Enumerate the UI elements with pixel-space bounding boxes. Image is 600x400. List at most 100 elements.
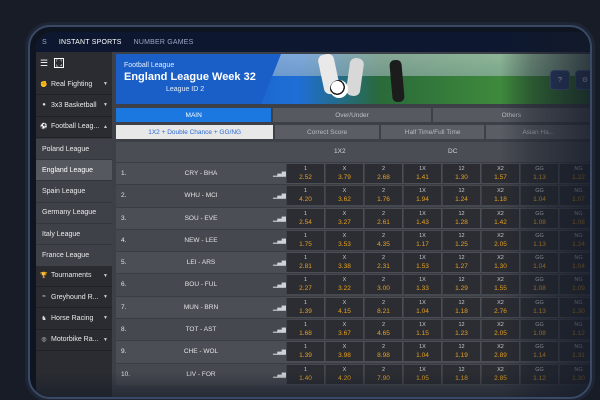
tab-over-under[interactable]: Over/Under — [273, 108, 431, 122]
odds-cell[interactable]: 1 1.75 — [286, 230, 324, 250]
odds-cell[interactable]: GG 1.13 — [520, 164, 558, 183]
odds-cell[interactable]: X2 2.76 — [481, 297, 519, 317]
odds-cell[interactable]: GG 1.08 — [520, 275, 558, 295]
odds-cell[interactable]: NG 1.12 — [559, 320, 590, 340]
odds-cell[interactable]: 12 1.24 — [442, 186, 480, 206]
subtab-1x2-dc-ggng[interactable]: 1X2 + Double Chance + GG/NG — [116, 125, 274, 139]
subtab-ht-ft[interactable]: Half Time/Full Time — [380, 125, 485, 139]
odds-cell[interactable]: 1 1.39 — [286, 297, 324, 317]
odds-cell[interactable]: NG 1.09 — [559, 275, 590, 295]
odds-cell[interactable]: 1X 1.17 — [403, 230, 441, 250]
odds-cell[interactable]: X 4.20 — [325, 364, 363, 384]
odds-cell[interactable]: X2 1.18 — [481, 186, 519, 206]
odds-cell[interactable]: X 3.98 — [325, 342, 363, 362]
tab-instant-sports[interactable]: INSTANT SPORTS — [53, 39, 128, 46]
odds-cell[interactable]: 1X 1.15 — [403, 320, 441, 340]
odds-cell[interactable]: GG 1.08 — [520, 208, 558, 228]
sidebar-item-greyhound-racing[interactable]: ≈ Greyhound R... ▼ — [36, 286, 112, 309]
odds-cell[interactable]: X2 2.89 — [481, 342, 519, 362]
subtab-correct-score[interactable]: Correct Score — [275, 125, 379, 139]
tab-sports[interactable]: S — [36, 39, 53, 46]
odds-cell[interactable]: 1 2.81 — [286, 253, 324, 273]
settings-button[interactable]: ⚙ — [575, 70, 590, 90]
match-name[interactable]: NEW - LEE — [156, 237, 246, 244]
sidebar-item-england-league[interactable]: England League — [36, 159, 112, 181]
match-name[interactable]: WHU - MCI — [156, 192, 246, 199]
tab-number-games[interactable]: NUMBER GAMES — [128, 39, 200, 46]
odds-cell[interactable]: 12 1.18 — [442, 297, 480, 317]
odds-cell[interactable]: 2 2.68 — [364, 164, 402, 183]
odds-cell[interactable]: X 4.15 — [325, 297, 363, 317]
sidebar-item-real-fighting[interactable]: ✊ Real Fighting ▼ — [36, 74, 112, 96]
odds-cell[interactable]: 12 1.29 — [442, 275, 480, 295]
odds-cell[interactable]: 12 1.30 — [442, 164, 480, 183]
odds-cell[interactable]: 1X 1.43 — [403, 208, 441, 228]
sidebar-item-football-league[interactable]: ⚽ Football Leag... ▲ — [36, 116, 112, 138]
odds-cell[interactable]: X2 1.30 — [481, 253, 519, 273]
odds-cell[interactable]: 12 1.19 — [442, 342, 480, 362]
match-name[interactable]: TOT - AST — [156, 326, 246, 333]
odds-cell[interactable]: NG 1.04 — [559, 253, 590, 273]
odds-cell[interactable]: 2 8.21 — [364, 297, 402, 317]
odds-cell[interactable]: 1X 1.04 — [403, 342, 441, 362]
odds-cell[interactable]: 12 1.28 — [442, 208, 480, 228]
sidebar-item-germany-league[interactable]: Germany League — [36, 201, 112, 224]
odds-cell[interactable]: X 3.53 — [325, 230, 363, 250]
odds-cell[interactable]: X 3.67 — [325, 320, 363, 340]
odds-cell[interactable]: X 3.38 — [325, 253, 363, 273]
odds-cell[interactable]: GG 1.13 — [520, 230, 558, 250]
odds-cell[interactable]: GG 1.04 — [520, 186, 558, 206]
match-name[interactable]: CHE - WOL — [156, 348, 246, 355]
odds-cell[interactable]: X 3.27 — [325, 208, 363, 228]
sidebar-item-italy-league[interactable]: Italy League — [36, 223, 112, 245]
odds-cell[interactable]: GG 1.13 — [520, 297, 558, 317]
odds-cell[interactable]: 1X 1.04 — [403, 297, 441, 317]
sidebar-item-france-league[interactable]: France League — [36, 244, 112, 266]
odds-cell[interactable]: 1 1.68 — [286, 320, 324, 340]
odds-cell[interactable]: X 3.22 — [325, 275, 363, 295]
odds-cell[interactable]: 12 1.25 — [442, 230, 480, 250]
odds-cell[interactable]: NG 1.22 — [559, 164, 590, 183]
odds-cell[interactable]: 1X 1.05 — [403, 364, 441, 384]
match-name[interactable]: SOU - EVE — [156, 215, 246, 222]
sidebar-item-3x3-basketball[interactable]: ● 3x3 Basketball ▼ — [36, 95, 112, 117]
menu-icon[interactable]: ☰ — [40, 58, 48, 69]
odds-cell[interactable]: NG 1.30 — [559, 297, 590, 317]
odds-cell[interactable]: 2 2.61 — [364, 208, 402, 228]
tab-main[interactable]: MAIN — [116, 108, 272, 122]
odds-cell[interactable]: 1 4.20 — [286, 186, 324, 206]
odds-cell[interactable]: 12 1.23 — [442, 320, 480, 340]
sidebar-item-tournaments[interactable]: 🏆 Tournaments ▼ — [36, 265, 112, 287]
odds-cell[interactable]: X2 2.05 — [481, 320, 519, 340]
odds-cell[interactable]: GG 1.14 — [520, 342, 558, 362]
odds-cell[interactable]: NG 1.31 — [559, 342, 590, 362]
sidebar-item-motorbike-racing[interactable]: ◎ Motorbike Ra... ▼ — [36, 329, 112, 351]
odds-cell[interactable]: 1X 1.53 — [403, 253, 441, 273]
sidebar-item-spain-league[interactable]: Spain League — [36, 180, 112, 202]
match-name[interactable]: BOU - FUL — [156, 281, 246, 288]
odds-cell[interactable]: X2 1.57 — [481, 164, 519, 183]
odds-cell[interactable]: 2 4.65 — [364, 320, 402, 340]
odds-cell[interactable]: 2 2.31 — [364, 253, 402, 273]
help-button[interactable]: ? — [550, 70, 570, 90]
odds-cell[interactable]: X 3.62 — [325, 186, 363, 206]
expand-icon[interactable]: ⛶ — [54, 58, 65, 68]
odds-cell[interactable]: X2 1.55 — [481, 275, 519, 295]
odds-cell[interactable]: GG 1.12 — [520, 364, 558, 384]
odds-cell[interactable]: 2 8.98 — [364, 342, 402, 362]
match-name[interactable]: LEI - ARS — [156, 259, 246, 266]
tab-others[interactable]: Others — [432, 108, 590, 122]
odds-cell[interactable]: X2 2.85 — [481, 364, 519, 384]
odds-cell[interactable]: X2 2.05 — [481, 230, 519, 250]
odds-cell[interactable]: 1 2.54 — [286, 208, 324, 228]
subtab-asian-handicap[interactable]: Asian Ha... — [486, 125, 590, 139]
odds-cell[interactable]: 1X 1.94 — [403, 186, 441, 206]
odds-cell[interactable]: 2 4.35 — [364, 230, 402, 250]
odds-cell[interactable]: NG 1.08 — [559, 208, 590, 228]
odds-cell[interactable]: 2 1.76 — [364, 186, 402, 206]
odds-cell[interactable]: GG 1.04 — [520, 253, 558, 273]
odds-cell[interactable]: 2 3.00 — [364, 275, 402, 295]
odds-cell[interactable]: X 3.79 — [325, 164, 363, 183]
odds-cell[interactable]: 12 1.18 — [442, 364, 480, 384]
odds-cell[interactable]: 1 1.40 — [286, 364, 324, 384]
